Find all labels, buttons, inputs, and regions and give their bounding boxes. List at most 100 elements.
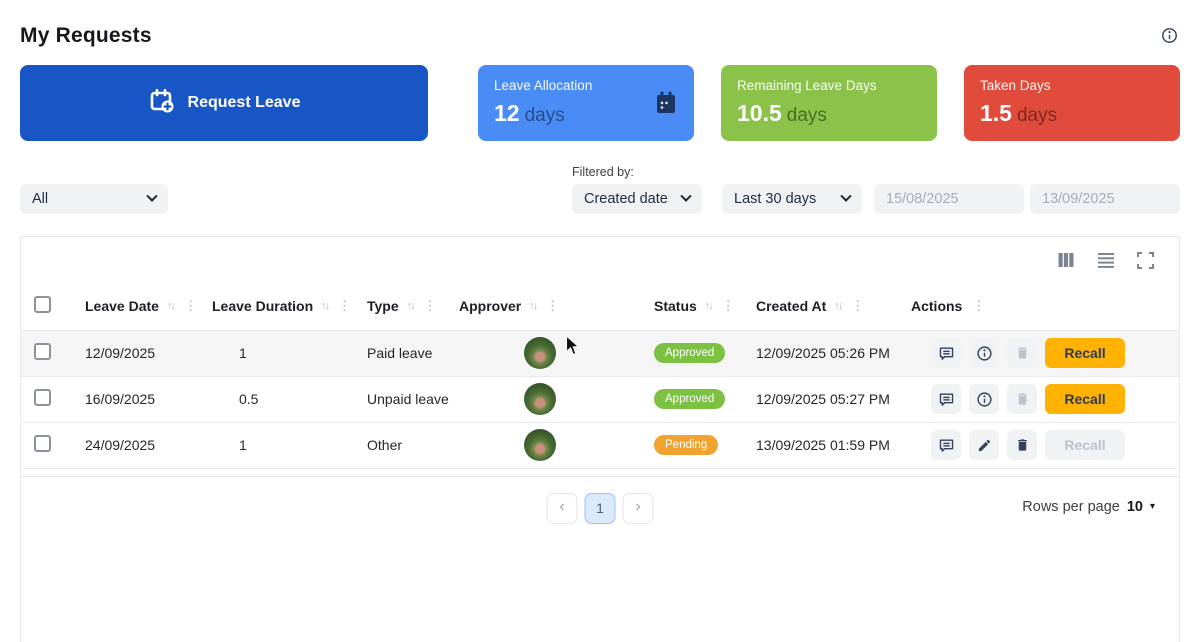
next-page-button[interactable]: › bbox=[622, 492, 654, 524]
edit-button[interactable] bbox=[969, 430, 999, 460]
sort-icon[interactable]: ↑↓ bbox=[834, 300, 843, 312]
delete-button bbox=[1007, 338, 1037, 368]
row-checkbox[interactable] bbox=[34, 343, 51, 360]
comment-button[interactable] bbox=[931, 430, 961, 460]
column-menu-icon[interactable]: ⋮ bbox=[722, 298, 735, 314]
caret-down-icon: ▾ bbox=[1149, 501, 1155, 512]
filter-field-select[interactable]: Created date bbox=[572, 184, 702, 214]
chevron-down-icon bbox=[840, 190, 852, 202]
status-badge: Approved bbox=[654, 389, 726, 409]
date-to-input[interactable]: 13/09/2025 bbox=[1030, 184, 1180, 214]
stat-card-taken-days: Taken Days 1.5 days bbox=[964, 65, 1180, 141]
stat-unit: days bbox=[524, 105, 565, 126]
approver-avatar[interactable] bbox=[524, 383, 556, 415]
stat-label: Taken Days bbox=[980, 78, 1051, 93]
status-badge: Pending bbox=[654, 435, 719, 455]
column-menu-icon[interactable]: ⋮ bbox=[184, 298, 197, 314]
stat-unit: days bbox=[786, 105, 827, 126]
date-range-value: Last 30 days bbox=[734, 191, 817, 207]
calendar-plus-icon bbox=[148, 87, 176, 120]
filter-row: All Filtered by: Created date Last 30 da… bbox=[20, 165, 1180, 214]
delete-button[interactable] bbox=[1007, 430, 1037, 460]
rows-per-page-select[interactable]: Rows per page 10 ▾ bbox=[1022, 499, 1155, 515]
page-1-button[interactable]: 1 bbox=[584, 492, 616, 524]
column-header-created-at[interactable]: Created At bbox=[756, 298, 826, 314]
chevron-down-icon bbox=[146, 190, 158, 202]
date-from-input[interactable]: 15/08/2025 bbox=[874, 184, 1024, 214]
stat-label: Leave Allocation bbox=[494, 78, 593, 93]
sort-icon[interactable]: ↑↓ bbox=[407, 300, 416, 312]
stat-unit: days bbox=[1016, 105, 1058, 126]
column-header-status[interactable]: Status bbox=[654, 298, 697, 314]
column-header-approver[interactable]: Approver bbox=[459, 298, 521, 314]
columns-icon[interactable] bbox=[1054, 248, 1078, 272]
filtered-by-label: Filtered by: bbox=[572, 165, 634, 179]
table-row: 16/09/2025 0.5 Unpaid leave Approved 12/… bbox=[21, 376, 1179, 422]
column-header-leave-date[interactable]: Leave Date bbox=[85, 298, 159, 314]
pagination: ‹ 1 › bbox=[546, 492, 654, 524]
requests-table: Leave Date ↑↓ ⋮ Leave Duration ↑↓ ⋮ Type ↑↓ ⋮ … bbox=[21, 283, 1179, 469]
table-row: 12/09/2025 1 Paid leave Approved 12/09/2… bbox=[21, 330, 1179, 376]
recall-button[interactable]: Recall bbox=[1045, 338, 1125, 368]
prev-page-button[interactable]: ‹ bbox=[546, 492, 578, 524]
stat-card-leave-allocation: Leave Allocation 12 days bbox=[478, 65, 694, 141]
page-info-icon[interactable] bbox=[1161, 27, 1178, 49]
rows-per-page-label: Rows per page bbox=[1022, 498, 1120, 515]
filter-field-value: Created date bbox=[584, 191, 668, 207]
table-header-row: Leave Date ↑↓ ⋮ Leave Duration ↑↓ ⋮ Type ↑↓ ⋮ … bbox=[21, 283, 1179, 330]
request-leave-label: Request Leave bbox=[187, 94, 301, 111]
leave-date-cell: 16/09/2025 bbox=[85, 391, 156, 407]
sort-icon[interactable]: ↑↓ bbox=[529, 300, 538, 312]
column-header-type[interactable]: Type bbox=[367, 298, 399, 314]
column-menu-icon[interactable]: ⋮ bbox=[546, 298, 559, 314]
table-footer: ‹ 1 › Rows per page 10 ▾ bbox=[21, 477, 1179, 539]
leave-date-cell: 12/09/2025 bbox=[85, 345, 156, 361]
leave-duration-cell: 1 bbox=[239, 345, 247, 361]
row-checkbox[interactable] bbox=[34, 435, 51, 452]
created-at-cell: 13/09/2025 01:59 PM bbox=[756, 437, 890, 453]
type-cell: Unpaid leave bbox=[367, 391, 449, 407]
stats-row: Request Leave Leave Allocation 12days R bbox=[20, 65, 1180, 141]
column-header-actions: Actions bbox=[911, 298, 963, 315]
column-header-leave-duration[interactable]: Leave Duration bbox=[212, 298, 313, 314]
leave-duration-cell: 0.5 bbox=[239, 391, 259, 407]
comment-button[interactable] bbox=[931, 338, 961, 368]
column-menu-icon[interactable]: ⋮ bbox=[424, 298, 437, 314]
recall-button[interactable]: Recall bbox=[1045, 384, 1125, 414]
my-requests-page: My Requests Request Leave Leave Allocati… bbox=[0, 0, 1200, 642]
approver-avatar[interactable] bbox=[524, 337, 556, 369]
stat-label: Remaining Leave Days bbox=[737, 78, 877, 93]
calendar-icon bbox=[654, 90, 678, 121]
type-cell: Other bbox=[367, 437, 403, 453]
column-menu-icon[interactable]: ⋮ bbox=[851, 298, 864, 314]
info-button[interactable] bbox=[969, 338, 999, 368]
page-header: My Requests bbox=[20, 24, 1180, 49]
row-checkbox[interactable] bbox=[34, 389, 51, 406]
stat-value: 12 bbox=[494, 100, 520, 126]
sort-icon[interactable]: ↑↓ bbox=[705, 300, 714, 312]
stat-card-remaining-days: Remaining Leave Days 10.5 days bbox=[721, 65, 937, 141]
table-toolbar bbox=[21, 237, 1179, 283]
status-badge: Approved bbox=[654, 343, 726, 363]
recall-button: Recall bbox=[1045, 430, 1125, 460]
sort-icon[interactable]: ↑↓ bbox=[167, 300, 176, 312]
type-filter-value: All bbox=[32, 191, 49, 207]
row-density-icon[interactable] bbox=[1093, 248, 1119, 272]
created-at-cell: 12/09/2025 05:27 PM bbox=[756, 391, 890, 407]
delete-button bbox=[1007, 384, 1037, 414]
column-menu-icon[interactable]: ⋮ bbox=[338, 298, 351, 314]
info-button[interactable] bbox=[969, 384, 999, 414]
table-row: 24/09/2025 1 Other Pending 13/09/2025 01… bbox=[21, 422, 1179, 468]
select-all-checkbox[interactable] bbox=[34, 296, 51, 314]
page-title: My Requests bbox=[20, 24, 152, 47]
date-range-select[interactable]: Last 30 days bbox=[722, 184, 862, 214]
type-filter-select[interactable]: All bbox=[20, 184, 168, 214]
approver-avatar[interactable] bbox=[524, 429, 556, 461]
request-leave-button[interactable]: Request Leave bbox=[20, 65, 428, 141]
fullscreen-icon[interactable] bbox=[1134, 249, 1157, 272]
comment-button[interactable] bbox=[931, 384, 961, 414]
stat-cards: Leave Allocation 12 days Remaining Leave … bbox=[478, 65, 1180, 141]
sort-icon[interactable]: ↑↓ bbox=[321, 300, 330, 312]
column-menu-icon[interactable]: ⋮ bbox=[972, 298, 985, 314]
rows-per-page-value: 10 bbox=[1126, 498, 1143, 515]
